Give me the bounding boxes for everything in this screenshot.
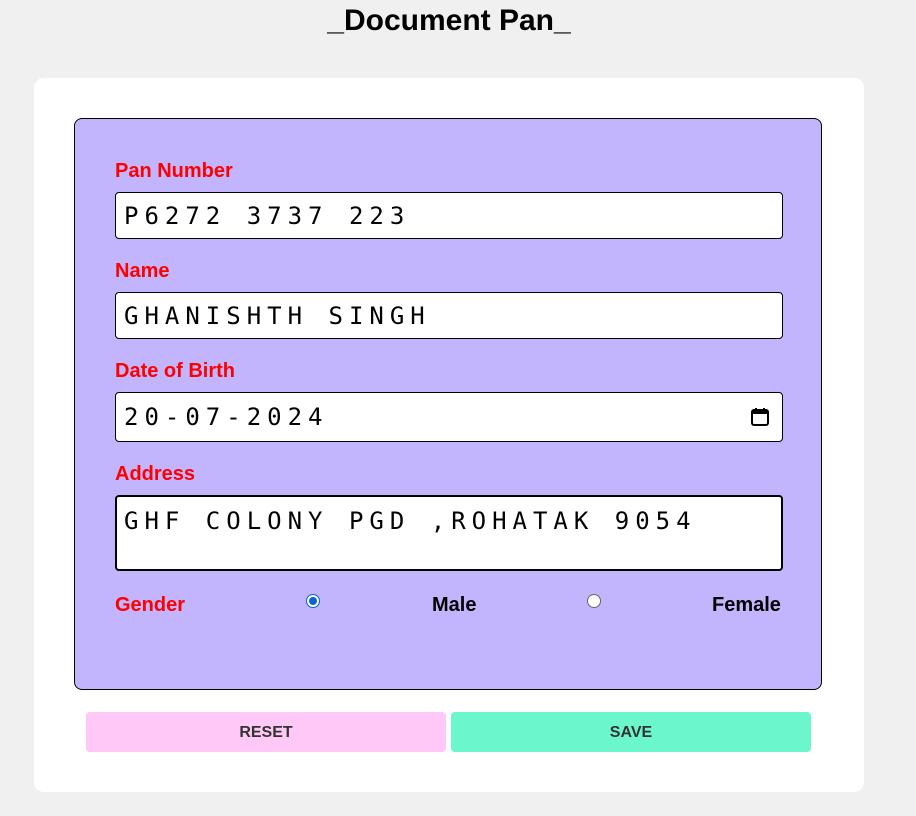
form-panel: Pan Number Name Date of Birth 20-07-2024…	[74, 118, 822, 690]
dob-label: Date of Birth	[115, 360, 235, 382]
name-input[interactable]	[115, 292, 783, 339]
dob-input[interactable]: 20-07-2024	[115, 392, 783, 442]
female-radio[interactable]	[587, 594, 601, 608]
form-card: Pan Number Name Date of Birth 20-07-2024…	[34, 78, 864, 792]
save-button[interactable]: SAVE	[451, 712, 811, 752]
name-label: Name	[115, 260, 170, 282]
pan-number-input[interactable]	[115, 192, 783, 239]
calendar-icon[interactable]	[750, 407, 770, 427]
gender-row: Gender Male Female	[115, 593, 783, 617]
address-label: Address	[115, 463, 196, 485]
pan-number-label: Pan Number	[115, 160, 233, 182]
page-title: _Document Pan_	[327, 4, 571, 37]
dob-value: 20-07-2024	[124, 403, 329, 431]
address-textarea[interactable]: GHF COLONY PGD ,ROHATAK 9054	[115, 495, 783, 571]
male-option-label: Male	[432, 594, 477, 616]
male-radio[interactable]	[306, 594, 320, 608]
gender-label: Gender	[115, 594, 186, 616]
reset-button[interactable]: RESET	[86, 712, 446, 752]
female-option-label: Female	[712, 594, 781, 616]
